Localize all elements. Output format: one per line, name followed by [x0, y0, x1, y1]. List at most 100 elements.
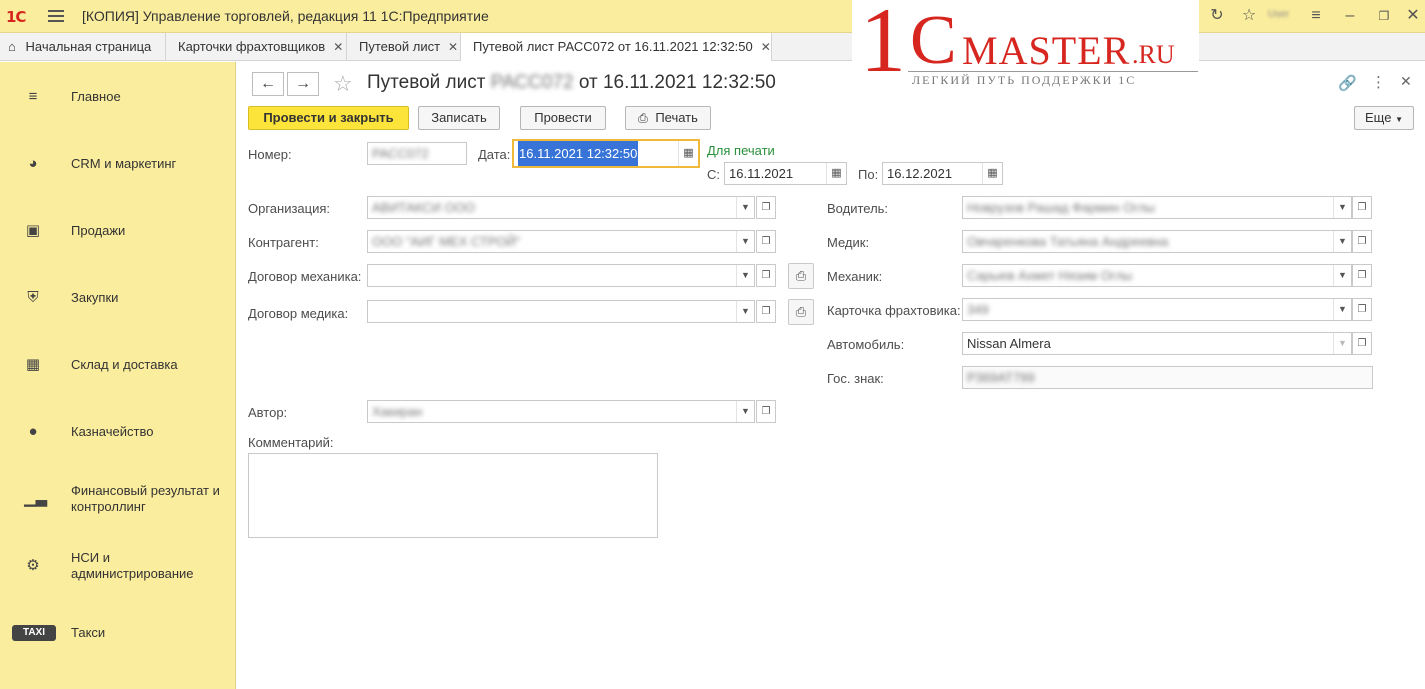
open-driver-icon[interactable]: ❐ — [1352, 196, 1372, 219]
sidebar-item-label: НСИ и администрирование — [71, 550, 194, 581]
calendar-icon[interactable]: ▦ — [982, 163, 1002, 184]
dropdown-arrow-icon[interactable]: ▼ — [736, 265, 754, 286]
counterparty-field[interactable]: ООО "АИГ МЕХ СТРОЙ" ▼ — [367, 230, 755, 253]
link-icon[interactable]: 🔗 — [1338, 74, 1357, 92]
open-medic-contract-icon[interactable]: ❐ — [756, 300, 776, 323]
print-mechanic-contract-button[interactable]: ⎙ — [788, 263, 814, 289]
sidebar-item-label: Казначейство — [71, 424, 154, 439]
favorites-star-icon[interactable]: ☆ — [1239, 6, 1259, 26]
open-counterparty-icon[interactable]: ❐ — [756, 230, 776, 253]
sidebar-item-finance[interactable]: ▁▃ Финансовый результат и контроллинг — [0, 479, 236, 519]
organization-field[interactable]: АВИТАКСИ ООО ▼ — [367, 196, 755, 219]
car-value: Nissan Almera — [967, 336, 1051, 351]
watermark-c: C — [910, 2, 957, 79]
tab-freight-cards[interactable]: Карточки фрахтовщиков ✕ — [166, 33, 347, 60]
medic-contract-label: Договор медика: — [248, 306, 349, 321]
print-medic-contract-button[interactable]: ⎙ — [788, 299, 814, 325]
sidebar-item-purchases[interactable]: ⛨ Закупки — [0, 278, 236, 318]
driver-value: Новрузов Рашад Фармин Оглы — [967, 200, 1155, 215]
sidebar-item-admin[interactable]: ⚙ НСИ и администрирование — [0, 546, 236, 586]
save-button[interactable]: Записать — [418, 106, 500, 130]
forward-button[interactable]: → — [287, 72, 319, 96]
dropdown-arrow-icon[interactable]: ▼ — [736, 301, 754, 322]
restore-icon[interactable]: ❐ — [1374, 6, 1394, 26]
sidebar-item-label: CRM и маркетинг — [71, 156, 177, 171]
history-icon[interactable]: ↻ — [1207, 6, 1227, 26]
sidebar-item-label: Главное — [71, 89, 121, 104]
print-button[interactable]: ⎙ Печать — [625, 106, 711, 130]
tab-close-icon[interactable]: ✕ — [333, 40, 343, 54]
open-author-icon[interactable]: ❐ — [756, 400, 776, 423]
medic-field[interactable]: Овчаренкова Татьяна Андреевна ▼ — [962, 230, 1352, 253]
close-form-icon[interactable]: ✕ — [1400, 73, 1412, 90]
tabs-bar: ⌂ Начальная страница Карточки фрахтовщик… — [0, 33, 1425, 61]
more-button[interactable]: Еще ▼ — [1354, 106, 1414, 130]
open-freight-card-icon[interactable]: ❐ — [1352, 298, 1372, 321]
date-field[interactable]: 16.11.2021 12:32:50 ▦ — [512, 139, 700, 168]
calendar-icon[interactable]: ▦ — [826, 163, 846, 184]
tab-close-icon[interactable]: ✕ — [761, 40, 771, 54]
sidebar-item-crm[interactable]: ◕ CRM и маркетинг — [0, 144, 236, 184]
close-icon[interactable]: ✕ — [1403, 6, 1423, 26]
tab-home[interactable]: ⌂ Начальная страница — [0, 33, 166, 60]
post-button[interactable]: Провести — [520, 106, 606, 130]
mechanic-contract-field[interactable]: ▼ — [367, 264, 755, 287]
tab-waybill-list[interactable]: Путевой лист ✕ — [347, 33, 461, 60]
sidebar-item-main[interactable]: ≡ Главное — [0, 77, 236, 117]
open-mechanic-contract-icon[interactable]: ❐ — [756, 264, 776, 287]
pie-chart-icon: ◕ — [28, 155, 38, 172]
number-field[interactable]: РАСС072 — [367, 142, 467, 165]
1cmaster-watermark: 1 C MASTER .RU ЛЕГКИЙ ПУТЬ ПОДДЕРЖКИ 1С — [852, 0, 1199, 92]
tab-waybill-document[interactable]: Путевой лист РАСС072 от 16.11.2021 12:32… — [461, 33, 772, 61]
plate-value: Р369АТ799 — [967, 370, 1035, 385]
mechanic-field[interactable]: Сарыев Ахмет Нязим Оглы ▼ — [962, 264, 1352, 287]
sidebar-item-treasury[interactable]: ● Казначейство — [0, 412, 236, 452]
medic-contract-field[interactable]: ▼ — [367, 300, 755, 323]
comment-textarea[interactable] — [248, 453, 658, 538]
dropdown-arrow-icon[interactable]: ▼ — [1333, 265, 1351, 286]
watermark-subtitle: ЛЕГКИЙ ПУТЬ ПОДДЕРЖКИ 1С — [912, 73, 1137, 87]
dropdown-arrow-icon[interactable]: ▼ — [736, 401, 754, 422]
dropdown-arrow-icon[interactable]: ▼ — [736, 231, 754, 252]
to-label: По: — [858, 167, 879, 182]
post-and-close-button[interactable]: Провести и закрыть — [248, 106, 409, 130]
watermark-ru: .RU — [1132, 40, 1175, 69]
dropdown-arrow-icon[interactable]: ▼ — [1333, 299, 1351, 320]
open-organization-icon[interactable]: ❐ — [756, 196, 776, 219]
period-to-field[interactable]: 16.12.2021 ▦ — [882, 162, 1003, 185]
watermark-divider — [908, 71, 1198, 72]
author-field[interactable]: Хакиран ▼ — [367, 400, 755, 423]
freight-card-field[interactable]: 349 ▼ — [962, 298, 1352, 321]
user-name[interactable]: User — [1268, 9, 1289, 20]
settings-menu-icon[interactable]: ≡ — [1306, 6, 1326, 26]
cart-icon: ⛨ — [27, 289, 39, 306]
sidebar-item-sales[interactable]: ▣ Продажи — [0, 211, 236, 251]
counterparty-value: ООО "АИГ МЕХ СТРОЙ" — [372, 234, 521, 249]
mechanic-label: Механик: — [827, 269, 883, 284]
tab-label: Карточки фрахтовщиков — [178, 39, 326, 54]
open-car-icon[interactable]: ❐ — [1352, 332, 1372, 355]
open-medic-icon[interactable]: ❐ — [1352, 230, 1372, 253]
sidebar-item-warehouse[interactable]: ▦ Склад и доставка — [0, 345, 236, 385]
printer-icon: ⎙ — [795, 268, 807, 283]
driver-field[interactable]: Новрузов Рашад Фармин Оглы ▼ — [962, 196, 1352, 219]
freight-card-label: Карточка фрахтовика: — [827, 303, 961, 318]
dropdown-arrow-icon[interactable]: ▼ — [736, 197, 754, 218]
sidebar-item-taxi[interactable]: TAXI Такси — [0, 613, 236, 653]
more-vertical-icon[interactable]: ⋮ — [1371, 73, 1386, 91]
favorite-star-icon[interactable]: ☆ — [333, 71, 353, 97]
minimize-icon[interactable]: – — [1340, 6, 1360, 26]
plate-field[interactable]: Р369АТ799 — [962, 366, 1373, 389]
open-mechanic-icon[interactable]: ❐ — [1352, 264, 1372, 287]
calendar-icon[interactable]: ▦ — [678, 141, 698, 166]
dropdown-arrow-icon[interactable]: ▼ — [1333, 197, 1351, 218]
dropdown-arrow-icon[interactable]: ▼ — [1333, 231, 1351, 252]
dropdown-arrow-icon[interactable]: ▼ — [1333, 333, 1351, 354]
organization-label: Организация: — [248, 201, 331, 216]
main-menu-icon[interactable] — [48, 8, 64, 24]
period-from-field[interactable]: 16.11.2021 ▦ — [724, 162, 847, 185]
back-button[interactable]: ← — [252, 72, 284, 96]
plate-label: Гос. знак: — [827, 371, 884, 386]
car-field[interactable]: Nissan Almera ▼ — [962, 332, 1352, 355]
tab-close-icon[interactable]: ✕ — [448, 40, 458, 54]
